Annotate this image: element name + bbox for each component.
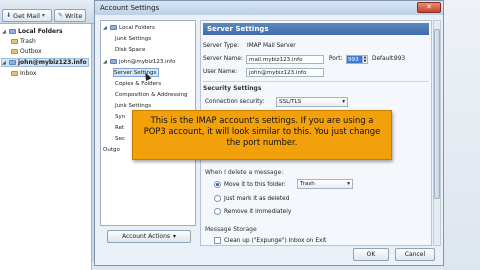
tree-item-disk-space[interactable]: Disk Space <box>115 45 145 54</box>
folder-trash[interactable]: Trash <box>11 37 36 46</box>
divider <box>203 81 429 82</box>
callout-text: This is the IMAP account's settings. If … <box>143 115 381 147</box>
folder-outbox[interactable]: Outbox <box>11 47 42 56</box>
delete-section-title: When I delete a message: <box>205 169 284 176</box>
close-icon: ✕ <box>426 3 432 11</box>
port-spinner[interactable]: ▲ ▼ <box>362 55 367 63</box>
checkbox-box[interactable] <box>214 237 221 244</box>
tree-item-composition[interactable]: Composition & Addressing <box>115 90 188 99</box>
tree-item-junk-settings[interactable]: Junk Settings <box>115 34 151 43</box>
inbox-folder-icon <box>11 71 18 76</box>
user-name-label: User Name: <box>203 69 238 75</box>
radio-dot[interactable] <box>214 208 221 215</box>
main-toolbar: ⬇ Get Mail ▾ ✎ Write <box>0 0 96 24</box>
collapse-icon[interactable]: ◢ <box>2 29 7 35</box>
connection-security-select[interactable]: SSL/TLS ▾ <box>276 97 348 107</box>
dialog-title-bar[interactable]: Account Settings ✕ <box>95 1 443 15</box>
chevron-down-icon: ▾ <box>342 99 345 105</box>
chevron-down-icon[interactable]: ▾ <box>42 12 45 19</box>
user-name-field[interactable]: john@mybiz123.info <box>246 68 324 77</box>
chevron-down-icon: ▾ <box>347 181 350 187</box>
pencil-icon: ✎ <box>58 12 64 19</box>
scrollbar-thumb[interactable] <box>434 29 440 199</box>
tree-item-security[interactable]: Sec <box>115 134 125 143</box>
account-actions-button[interactable]: Account Actions ▾ <box>107 230 191 243</box>
account-icon <box>9 60 16 65</box>
collapse-icon[interactable]: ◢ <box>2 60 7 66</box>
server-type-value: IMAP Mail Server <box>247 43 296 49</box>
get-mail-icon: ⬇ <box>6 12 12 19</box>
panel-scrollbar[interactable] <box>433 20 441 246</box>
collapse-icon[interactable]: ◢ <box>103 25 108 31</box>
trash-folder-select[interactable]: Trash ▾ <box>297 179 353 189</box>
dialog-title: Account Settings <box>100 4 160 12</box>
server-type-label: Server Type: <box>203 43 240 49</box>
ok-button[interactable]: OK <box>353 248 389 261</box>
local-folders-icon <box>9 29 16 34</box>
clean-up-checkbox[interactable]: Clean up ("Expunge") Inbox on Exit <box>214 237 326 244</box>
radio-mark-deleted[interactable]: Just mark it as deleted <box>214 195 289 202</box>
chevron-down-icon: ▾ <box>173 233 177 240</box>
tree-item-junk-settings-account[interactable]: Junk Settings <box>115 101 151 110</box>
tree-item-synchronization[interactable]: Syn <box>115 112 125 121</box>
tree-item-copies-folders[interactable]: Copies & Folders <box>115 79 161 88</box>
write-label: Write <box>65 11 83 20</box>
port-field[interactable]: 993 ▲ ▼ <box>346 55 368 64</box>
port-label: Port: <box>329 56 343 62</box>
panel-heading: Server Settings <box>203 23 429 35</box>
server-name-label: Server Name: <box>203 56 243 62</box>
radio-move-to-folder[interactable]: Move it to this folder: <box>214 181 286 188</box>
port-value: 993 <box>347 56 362 63</box>
folder-local-folders[interactable]: ◢ Local Folders <box>2 27 63 36</box>
write-button[interactable]: ✎ Write <box>54 9 86 22</box>
outbox-folder-icon <box>11 49 18 54</box>
connection-security-label: Connection security: <box>205 99 265 105</box>
tutorial-callout: This is the IMAP account's settings. If … <box>132 110 392 160</box>
tree-item-outgoing-server[interactable]: Outgo <box>103 145 120 154</box>
radio-dot[interactable] <box>214 181 221 188</box>
background-window-strip <box>444 0 480 270</box>
server-name-field[interactable]: mail.mybiz123.info <box>246 55 324 64</box>
collapse-icon[interactable]: ◢ <box>103 59 108 65</box>
folder-account[interactable]: ◢ john@mybiz123.info <box>1 58 89 67</box>
security-section-title: Security Settings <box>203 85 262 92</box>
radio-dot[interactable] <box>214 195 221 202</box>
account-actions-label: Account Actions <box>121 233 171 240</box>
default-port-label: Default: <box>372 56 396 62</box>
tree-item-account[interactable]: ◢ john@mybiz123.info <box>103 57 175 66</box>
tree-item-server-settings[interactable]: Server Settings <box>113 68 159 77</box>
get-mail-button[interactable]: ⬇ Get Mail ▾ <box>2 9 52 22</box>
folder-pane: ◢ Local Folders Trash Outbox ◢ john@mybi… <box>0 24 92 270</box>
folder-inbox[interactable]: Inbox <box>11 69 36 78</box>
trash-folder-icon <box>11 39 18 44</box>
account-icon <box>110 59 117 64</box>
close-button[interactable]: ✕ <box>417 2 441 13</box>
local-folders-icon <box>110 25 117 30</box>
tree-item-return-receipts[interactable]: Ret <box>115 123 124 132</box>
storage-section-title: Message Storage <box>205 226 257 233</box>
cancel-button[interactable]: Cancel <box>395 248 435 261</box>
default-port-value: 993 <box>394 56 406 62</box>
radio-remove-immediately[interactable]: Remove it immediately <box>214 208 291 215</box>
tree-item-local-folders[interactable]: ◢ Local Folders <box>103 23 155 32</box>
get-mail-label: Get Mail <box>13 11 40 20</box>
